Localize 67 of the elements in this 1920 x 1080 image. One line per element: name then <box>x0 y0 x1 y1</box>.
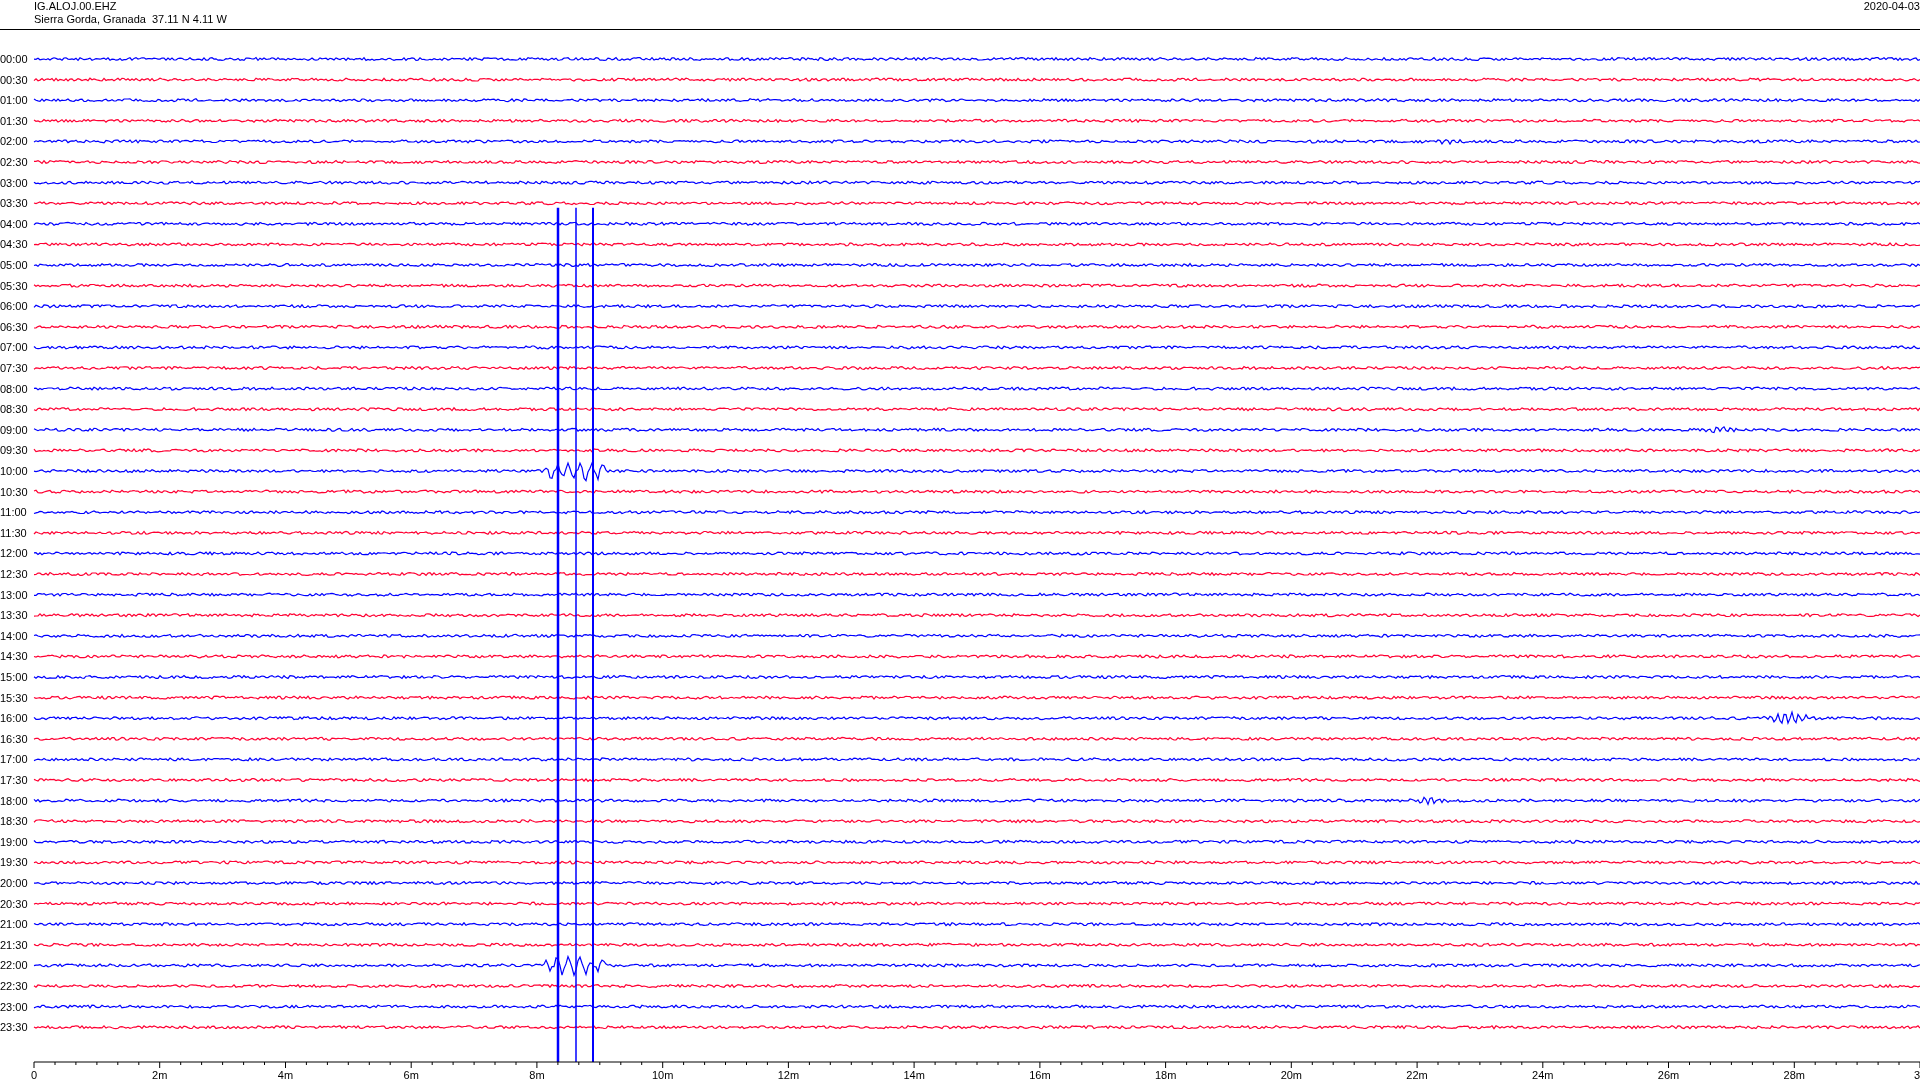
time-label: 08:30 <box>0 403 28 416</box>
time-label: 01:00 <box>0 94 28 107</box>
station-code: IG.ALOJ.00.EHZ <box>34 0 118 13</box>
time-label: 04:00 <box>0 217 28 230</box>
axis-tick-label: 18m <box>1154 1069 1177 1080</box>
axis-tick-label: 8m <box>529 1069 545 1080</box>
time-label: 06:00 <box>0 300 28 313</box>
time-label: 12:00 <box>0 547 28 560</box>
time-label: 08:00 <box>0 382 28 395</box>
time-label: 11:00 <box>0 506 27 519</box>
time-label: 05:00 <box>0 259 28 271</box>
time-label: 02:30 <box>0 156 28 168</box>
time-label: 23:00 <box>0 1000 28 1013</box>
axis-tick-label: 24m <box>1532 1069 1554 1080</box>
time-label: 19:30 <box>0 856 28 869</box>
time-label: 22:30 <box>0 980 28 992</box>
time-label: 09:00 <box>0 423 28 436</box>
time-label: 18:00 <box>0 794 28 807</box>
time-label: 13:00 <box>0 588 28 601</box>
time-label: 02:00 <box>0 135 28 148</box>
axis-tick-label: 20m <box>1280 1069 1303 1080</box>
axis-tick-label: 4m <box>277 1069 294 1080</box>
time-label: 21:30 <box>0 938 28 951</box>
time-label: 20:00 <box>0 877 28 889</box>
axis-tick-label: 2m <box>152 1069 168 1080</box>
time-label: 21:00 <box>0 918 28 931</box>
time-label: 03:00 <box>0 176 28 189</box>
axis-tick-label: 16m <box>1029 1069 1051 1080</box>
time-label: 10:30 <box>0 485 28 498</box>
plot-date: 2020-04-03 <box>1863 0 1920 14</box>
time-label: 16:30 <box>0 732 28 745</box>
axis-tick-label: 28m <box>1783 1069 1805 1080</box>
time-label: 14:00 <box>0 629 28 642</box>
time-label: 09:30 <box>0 444 28 457</box>
time-label: 11:30 <box>0 526 27 539</box>
time-label: 05:30 <box>0 279 28 292</box>
time-label: 20:30 <box>0 897 28 910</box>
time-label: 16:00 <box>0 712 28 725</box>
axis-tick-label: 22m <box>1406 1069 1428 1080</box>
time-label: 10:00 <box>0 465 28 477</box>
time-label: 17:00 <box>0 753 28 766</box>
time-label: 22:00 <box>0 959 28 972</box>
time-label: 07:30 <box>0 362 28 374</box>
time-label: 13:30 <box>0 609 28 622</box>
time-label: 23:30 <box>0 1021 28 1034</box>
axis-tick-label: 26m <box>1657 1069 1680 1080</box>
time-label: 00:00 <box>0 53 28 65</box>
time-label: 15:30 <box>0 691 28 704</box>
axis-tick-label: 14m <box>903 1069 925 1080</box>
time-label: 00:30 <box>0 73 28 86</box>
time-label: 07:00 <box>0 341 28 354</box>
time-label: 17:30 <box>0 774 28 786</box>
time-label: 19:00 <box>0 835 28 848</box>
station-location: Sierra Gorda, Granada 37.11 N 4.11 W <box>34 13 227 26</box>
axis-tick-label: 10m <box>651 1069 674 1080</box>
time-label: 06:30 <box>0 320 28 333</box>
time-label: 03:30 <box>0 197 28 210</box>
time-label: 04:30 <box>0 238 28 251</box>
time-label: 14:30 <box>0 650 28 663</box>
time-label: 15:00 <box>0 671 28 683</box>
axis-tick-label: 12m <box>777 1069 800 1080</box>
axis-tick-label: 0 <box>30 1069 38 1080</box>
time-label: 12:30 <box>0 568 28 580</box>
time-label: 18:30 <box>0 815 28 828</box>
time-label: 01:30 <box>0 114 28 127</box>
axis-tick-label: 6m <box>403 1069 419 1080</box>
axis-tick-label: 3 <box>1913 1069 1920 1080</box>
